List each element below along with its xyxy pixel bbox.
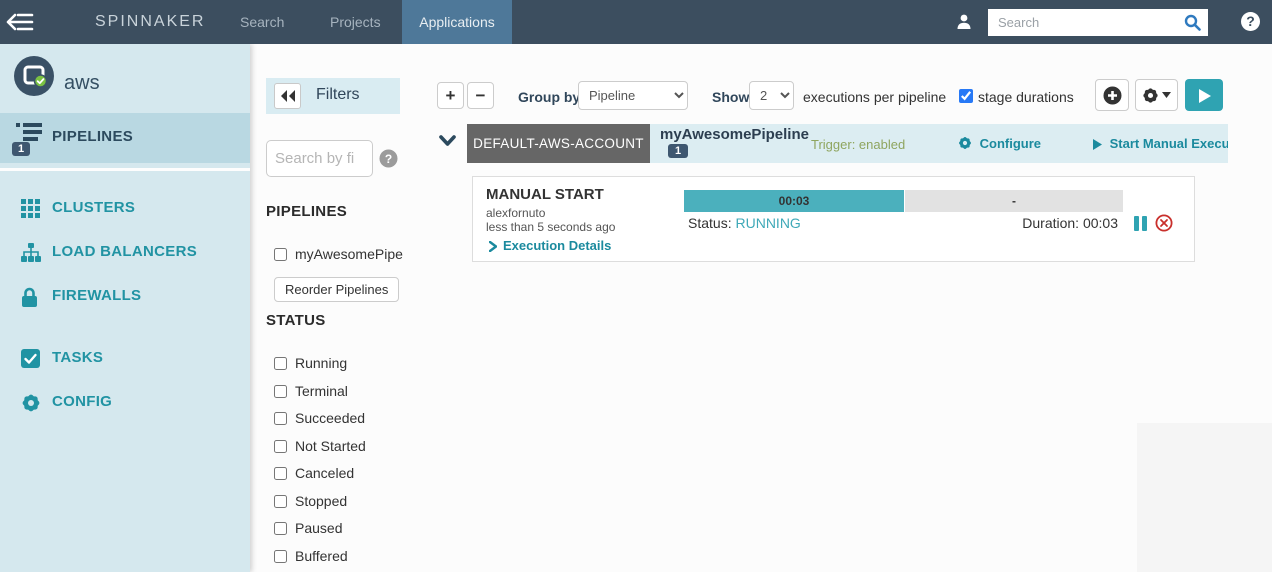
- group-by-label: Group by: [518, 89, 580, 105]
- brand-logo[interactable]: SPINNAKER: [95, 0, 205, 44]
- user-icon[interactable]: [956, 13, 972, 35]
- sidebar-item-pipelines[interactable]: 1 PIPELINES: [0, 113, 250, 163]
- status-checkbox-row[interactable]: Running: [274, 355, 347, 371]
- execution-user: alexfornuto: [486, 206, 545, 220]
- sidebar-item-firewalls[interactable]: FIREWALLS: [0, 277, 250, 317]
- sidebar-item-load-balancers[interactable]: LOAD BALANCERS: [0, 233, 250, 273]
- status-canceled-checkbox[interactable]: [274, 467, 287, 480]
- filters-header: Filters: [266, 78, 400, 114]
- stage-durations-checkbox[interactable]: [959, 89, 973, 103]
- global-search: [988, 9, 1208, 36]
- configure-gear-icon: [958, 138, 976, 153]
- filter-status-heading: STATUS: [266, 312, 326, 329]
- pipeline-group-header: myAwesomePipeline 1 Trigger: enabled Con…: [650, 124, 1228, 163]
- status-checkbox-row[interactable]: Paused: [274, 520, 342, 536]
- nav-search-link[interactable]: Search: [240, 0, 284, 44]
- pause-execution-icon[interactable]: [1134, 216, 1150, 231]
- chevron-right-icon: [489, 241, 497, 252]
- execution-card: MANUAL START alexfornuto less than 5 sec…: [472, 176, 1195, 262]
- sidebar: aws 1 PIPELINES: [0, 44, 250, 572]
- play-small-icon: [1093, 138, 1106, 153]
- group-by-select[interactable]: Pipeline: [578, 81, 688, 110]
- spinnaker-app: SPINNAKER Search Projects Applications ?: [0, 0, 1272, 572]
- pipeline-checkbox[interactable]: [274, 248, 287, 261]
- svg-text:?: ?: [385, 152, 392, 166]
- status-checkbox-row[interactable]: Succeeded: [274, 410, 365, 426]
- status-running-checkbox[interactable]: [274, 357, 287, 370]
- status-checkbox-row[interactable]: Not Started: [274, 438, 366, 454]
- execution-duration: Duration: 00:03: [1013, 215, 1118, 231]
- caret-down-icon: [1162, 87, 1171, 102]
- executions-per-pipeline-text: executions per pipeline: [803, 89, 946, 105]
- show-count-select[interactable]: 2: [749, 81, 794, 110]
- filter-pipeline-checkbox-row[interactable]: myAwesomePipe: [274, 246, 403, 262]
- pipelines-icon: 1: [14, 123, 44, 153]
- sidebar-item-config[interactable]: CONFIG: [0, 383, 250, 423]
- collapse-all-button[interactable]: −: [467, 82, 494, 109]
- group-chevron-down-icon[interactable]: [439, 134, 456, 152]
- filters-title: Filters: [316, 86, 360, 104]
- status-checkbox-row[interactable]: Stopped: [274, 493, 347, 509]
- status-terminal-checkbox[interactable]: [274, 385, 287, 398]
- execution-time-ago: less than 5 seconds ago: [486, 220, 615, 234]
- sidebar-divider: [0, 168, 250, 171]
- status-stopped-checkbox[interactable]: [274, 495, 287, 508]
- trigger-status: Trigger: enabled: [811, 137, 905, 152]
- status-checkbox-row[interactable]: Buffered: [274, 548, 348, 564]
- tasks-check-icon: [21, 349, 40, 373]
- sidebar-item-tasks[interactable]: TASKS: [0, 339, 250, 379]
- reorder-pipelines-button[interactable]: Reorder Pipelines: [274, 277, 399, 302]
- filter-pipelines-heading: PIPELINES: [266, 203, 347, 220]
- load-balancers-icon: [21, 243, 41, 267]
- stage-bar-pending[interactable]: -: [905, 190, 1123, 212]
- stage-bar-running[interactable]: 00:03: [684, 190, 904, 212]
- collapse-menu-icon[interactable]: [5, 11, 35, 33]
- plus-circle-icon: [1103, 87, 1122, 102]
- status-checkbox-row[interactable]: Canceled: [274, 465, 354, 481]
- expand-all-button[interactable]: +: [437, 82, 464, 109]
- application-header: aws: [0, 54, 250, 118]
- settings-dropdown-button[interactable]: [1135, 79, 1178, 111]
- start-manual-execution-link[interactable]: Start Manual Execution: [1093, 136, 1228, 153]
- status-checkbox-row[interactable]: Terminal: [274, 383, 348, 399]
- status-paused-checkbox[interactable]: [274, 522, 287, 535]
- execution-count-badge: 1: [668, 144, 688, 158]
- collapse-filters-button[interactable]: [274, 83, 301, 109]
- global-search-input[interactable]: [988, 9, 1208, 36]
- top-nav: SPINNAKER Search Projects Applications ?: [0, 0, 1272, 44]
- firewall-lock-icon: [21, 287, 38, 312]
- pipeline-name[interactable]: myAwesomePipeline: [660, 126, 809, 143]
- nav-applications-tab[interactable]: Applications: [402, 0, 512, 44]
- create-pipeline-button[interactable]: [1095, 79, 1129, 111]
- filter-help-icon[interactable]: ?: [379, 149, 398, 173]
- configure-pipeline-link[interactable]: Configure: [958, 136, 1041, 153]
- account-tag: DEFAULT-AWS-ACCOUNT: [467, 124, 650, 163]
- status-not-started-checkbox[interactable]: [274, 440, 287, 453]
- play-icon: [1198, 87, 1211, 102]
- search-icon[interactable]: [1184, 14, 1201, 36]
- gear-icon: [1142, 87, 1163, 102]
- help-icon[interactable]: ?: [1241, 12, 1260, 31]
- cancel-execution-icon[interactable]: [1155, 214, 1173, 237]
- start-execution-toolbar-button[interactable]: [1185, 79, 1223, 111]
- execution-details-link[interactable]: Execution Details: [489, 238, 611, 253]
- pipelines-count-badge: 1: [12, 142, 30, 156]
- stage-durations-label: stage durations: [978, 89, 1074, 105]
- application-name: aws: [64, 72, 100, 95]
- config-gear-icon: [21, 393, 41, 418]
- application-icon: [14, 56, 54, 101]
- clusters-icon: [21, 199, 40, 223]
- nav-projects-link[interactable]: Projects: [330, 0, 381, 44]
- status-buffered-checkbox[interactable]: [274, 550, 287, 563]
- notification-ghost: [1137, 423, 1272, 572]
- show-label: Show: [712, 89, 749, 105]
- status-value: RUNNING: [735, 215, 800, 231]
- status-succeeded-checkbox[interactable]: [274, 412, 287, 425]
- execution-status: Status: RUNNING: [688, 215, 801, 231]
- execution-trigger-title: MANUAL START: [486, 186, 604, 203]
- filter-search-input[interactable]: [266, 140, 373, 177]
- sidebar-item-clusters[interactable]: CLUSTERS: [0, 189, 250, 229]
